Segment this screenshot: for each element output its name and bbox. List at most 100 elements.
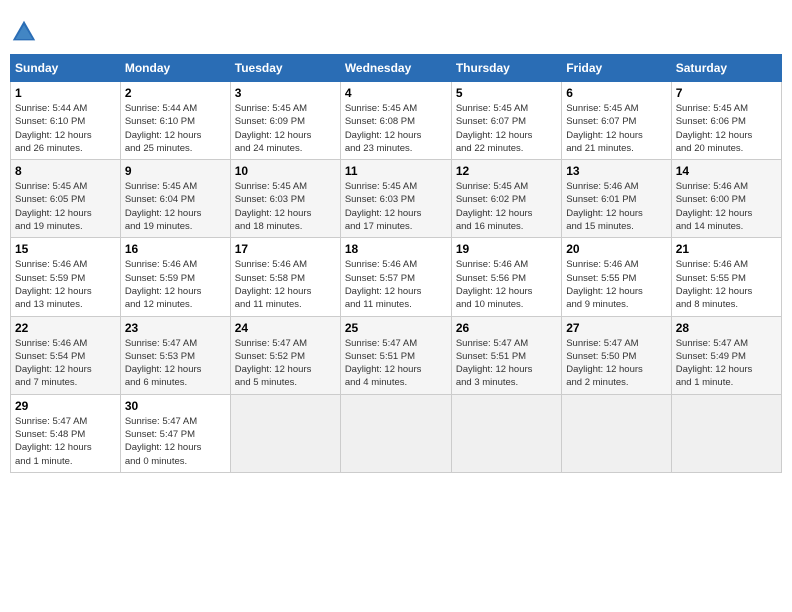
day-number: 9 bbox=[125, 164, 226, 178]
weekday-header-wednesday: Wednesday bbox=[340, 55, 451, 82]
day-info: Sunrise: 5:44 AM Sunset: 6:10 PM Dayligh… bbox=[15, 102, 116, 155]
day-info: Sunrise: 5:45 AM Sunset: 6:03 PM Dayligh… bbox=[235, 180, 336, 233]
day-number: 16 bbox=[125, 242, 226, 256]
day-number: 8 bbox=[15, 164, 116, 178]
day-info: Sunrise: 5:45 AM Sunset: 6:08 PM Dayligh… bbox=[345, 102, 447, 155]
day-number: 20 bbox=[566, 242, 666, 256]
day-number: 22 bbox=[15, 321, 116, 335]
calendar-cell bbox=[230, 394, 340, 472]
calendar-week-row: 29 Sunrise: 5:47 AM Sunset: 5:48 PM Dayli… bbox=[11, 394, 782, 472]
day-number: 27 bbox=[566, 321, 666, 335]
day-number: 2 bbox=[125, 86, 226, 100]
day-info: Sunrise: 5:46 AM Sunset: 5:54 PM Dayligh… bbox=[15, 337, 116, 390]
calendar-cell: 20 Sunrise: 5:46 AM Sunset: 5:55 PM Dayli… bbox=[562, 238, 671, 316]
day-info: Sunrise: 5:46 AM Sunset: 5:59 PM Dayligh… bbox=[125, 258, 226, 311]
logo bbox=[10, 18, 42, 46]
calendar-cell: 2Sunrise: 5:44 AM Sunset: 6:10 PM Daylig… bbox=[120, 82, 230, 160]
calendar-cell: 30Sunrise: 5:47 AM Sunset: 5:47 PM Dayli… bbox=[120, 394, 230, 472]
calendar-cell bbox=[451, 394, 561, 472]
day-number: 17 bbox=[235, 242, 336, 256]
weekday-header-thursday: Thursday bbox=[451, 55, 561, 82]
calendar-cell bbox=[340, 394, 451, 472]
weekday-header-tuesday: Tuesday bbox=[230, 55, 340, 82]
calendar-week-row: 15 Sunrise: 5:46 AM Sunset: 5:59 PM Dayli… bbox=[11, 238, 782, 316]
day-info: Sunrise: 5:45 AM Sunset: 6:07 PM Dayligh… bbox=[566, 102, 666, 155]
calendar-cell: 22 Sunrise: 5:46 AM Sunset: 5:54 PM Dayli… bbox=[11, 316, 121, 394]
calendar-cell: 23 Sunrise: 5:47 AM Sunset: 5:53 PM Dayli… bbox=[120, 316, 230, 394]
day-info: Sunrise: 5:46 AM Sunset: 5:59 PM Dayligh… bbox=[15, 258, 116, 311]
day-number: 21 bbox=[676, 242, 777, 256]
day-info: Sunrise: 5:46 AM Sunset: 6:01 PM Dayligh… bbox=[566, 180, 666, 233]
calendar-cell: 16 Sunrise: 5:46 AM Sunset: 5:59 PM Dayli… bbox=[120, 238, 230, 316]
day-info: Sunrise: 5:47 AM Sunset: 5:53 PM Dayligh… bbox=[125, 337, 226, 390]
day-number: 7 bbox=[676, 86, 777, 100]
day-info: Sunrise: 5:45 AM Sunset: 6:07 PM Dayligh… bbox=[456, 102, 557, 155]
calendar-cell: 28 Sunrise: 5:47 AM Sunset: 5:49 PM Dayli… bbox=[671, 316, 781, 394]
calendar-cell: 18 Sunrise: 5:46 AM Sunset: 5:57 PM Dayli… bbox=[340, 238, 451, 316]
day-info: Sunrise: 5:45 AM Sunset: 6:05 PM Dayligh… bbox=[15, 180, 116, 233]
day-info: Sunrise: 5:47 AM Sunset: 5:49 PM Dayligh… bbox=[676, 337, 777, 390]
day-number: 23 bbox=[125, 321, 226, 335]
page-header bbox=[10, 10, 782, 46]
calendar-cell: 1 Sunrise: 5:44 AM Sunset: 6:10 PM Daylig… bbox=[11, 82, 121, 160]
day-number: 5 bbox=[456, 86, 557, 100]
day-info: Sunrise: 5:47 AM Sunset: 5:52 PM Dayligh… bbox=[235, 337, 336, 390]
day-info: Sunrise: 5:47 AM Sunset: 5:48 PM Dayligh… bbox=[15, 415, 116, 468]
day-info: Sunrise: 5:46 AM Sunset: 5:58 PM Dayligh… bbox=[235, 258, 336, 311]
calendar-cell: 11 Sunrise: 5:45 AM Sunset: 6:03 PM Dayli… bbox=[340, 160, 451, 238]
calendar-cell: 7 Sunrise: 5:45 AM Sunset: 6:06 PM Daylig… bbox=[671, 82, 781, 160]
day-info: Sunrise: 5:45 AM Sunset: 6:03 PM Dayligh… bbox=[345, 180, 447, 233]
weekday-header-monday: Monday bbox=[120, 55, 230, 82]
day-number: 11 bbox=[345, 164, 447, 178]
day-number: 3 bbox=[235, 86, 336, 100]
calendar-cell: 12Sunrise: 5:45 AM Sunset: 6:02 PM Dayli… bbox=[451, 160, 561, 238]
day-info: Sunrise: 5:45 AM Sunset: 6:09 PM Dayligh… bbox=[235, 102, 336, 155]
weekday-header-sunday: Sunday bbox=[11, 55, 121, 82]
calendar-cell: 13 Sunrise: 5:46 AM Sunset: 6:01 PM Dayli… bbox=[562, 160, 671, 238]
weekday-header-friday: Friday bbox=[562, 55, 671, 82]
day-number: 30 bbox=[125, 399, 226, 413]
day-number: 25 bbox=[345, 321, 447, 335]
day-info: Sunrise: 5:47 AM Sunset: 5:50 PM Dayligh… bbox=[566, 337, 666, 390]
day-number: 4 bbox=[345, 86, 447, 100]
calendar-cell: 24Sunrise: 5:47 AM Sunset: 5:52 PM Dayli… bbox=[230, 316, 340, 394]
calendar-cell: 8 Sunrise: 5:45 AM Sunset: 6:05 PM Daylig… bbox=[11, 160, 121, 238]
calendar-cell: 5 Sunrise: 5:45 AM Sunset: 6:07 PM Daylig… bbox=[451, 82, 561, 160]
calendar-cell: 4 Sunrise: 5:45 AM Sunset: 6:08 PM Daylig… bbox=[340, 82, 451, 160]
weekday-header-saturday: Saturday bbox=[671, 55, 781, 82]
day-number: 19 bbox=[456, 242, 557, 256]
day-number: 1 bbox=[15, 86, 116, 100]
calendar-cell: 15 Sunrise: 5:46 AM Sunset: 5:59 PM Dayli… bbox=[11, 238, 121, 316]
calendar-cell: 9Sunrise: 5:45 AM Sunset: 6:04 PM Daylig… bbox=[120, 160, 230, 238]
calendar-cell: 21 Sunrise: 5:46 AM Sunset: 5:55 PM Dayli… bbox=[671, 238, 781, 316]
day-info: Sunrise: 5:46 AM Sunset: 6:00 PM Dayligh… bbox=[676, 180, 777, 233]
day-number: 12 bbox=[456, 164, 557, 178]
calendar-cell: 14Sunrise: 5:46 AM Sunset: 6:00 PM Dayli… bbox=[671, 160, 781, 238]
calendar-cell: 26Sunrise: 5:47 AM Sunset: 5:51 PM Dayli… bbox=[451, 316, 561, 394]
calendar-cell bbox=[671, 394, 781, 472]
calendar-cell: 25Sunrise: 5:47 AM Sunset: 5:51 PM Dayli… bbox=[340, 316, 451, 394]
day-number: 18 bbox=[345, 242, 447, 256]
calendar-cell: 17 Sunrise: 5:46 AM Sunset: 5:58 PM Dayli… bbox=[230, 238, 340, 316]
calendar-cell: 19Sunrise: 5:46 AM Sunset: 5:56 PM Dayli… bbox=[451, 238, 561, 316]
calendar-body: 1 Sunrise: 5:44 AM Sunset: 6:10 PM Daylig… bbox=[11, 82, 782, 473]
calendar-cell: 29 Sunrise: 5:47 AM Sunset: 5:48 PM Dayli… bbox=[11, 394, 121, 472]
day-number: 13 bbox=[566, 164, 666, 178]
day-info: Sunrise: 5:46 AM Sunset: 5:57 PM Dayligh… bbox=[345, 258, 447, 311]
weekday-header-row: SundayMondayTuesdayWednesdayThursdayFrid… bbox=[11, 55, 782, 82]
calendar-cell: 3 Sunrise: 5:45 AM Sunset: 6:09 PM Daylig… bbox=[230, 82, 340, 160]
calendar-cell: 6Sunrise: 5:45 AM Sunset: 6:07 PM Daylig… bbox=[562, 82, 671, 160]
calendar-table: SundayMondayTuesdayWednesdayThursdayFrid… bbox=[10, 54, 782, 473]
day-number: 28 bbox=[676, 321, 777, 335]
day-number: 15 bbox=[15, 242, 116, 256]
calendar-week-row: 8 Sunrise: 5:45 AM Sunset: 6:05 PM Daylig… bbox=[11, 160, 782, 238]
calendar-cell: 27 Sunrise: 5:47 AM Sunset: 5:50 PM Dayli… bbox=[562, 316, 671, 394]
day-info: Sunrise: 5:45 AM Sunset: 6:06 PM Dayligh… bbox=[676, 102, 777, 155]
day-number: 10 bbox=[235, 164, 336, 178]
day-info: Sunrise: 5:46 AM Sunset: 5:55 PM Dayligh… bbox=[566, 258, 666, 311]
day-number: 29 bbox=[15, 399, 116, 413]
calendar-cell: 10 Sunrise: 5:45 AM Sunset: 6:03 PM Dayli… bbox=[230, 160, 340, 238]
calendar-week-row: 22 Sunrise: 5:46 AM Sunset: 5:54 PM Dayli… bbox=[11, 316, 782, 394]
day-info: Sunrise: 5:46 AM Sunset: 5:55 PM Dayligh… bbox=[676, 258, 777, 311]
day-info: Sunrise: 5:47 AM Sunset: 5:51 PM Dayligh… bbox=[456, 337, 557, 390]
